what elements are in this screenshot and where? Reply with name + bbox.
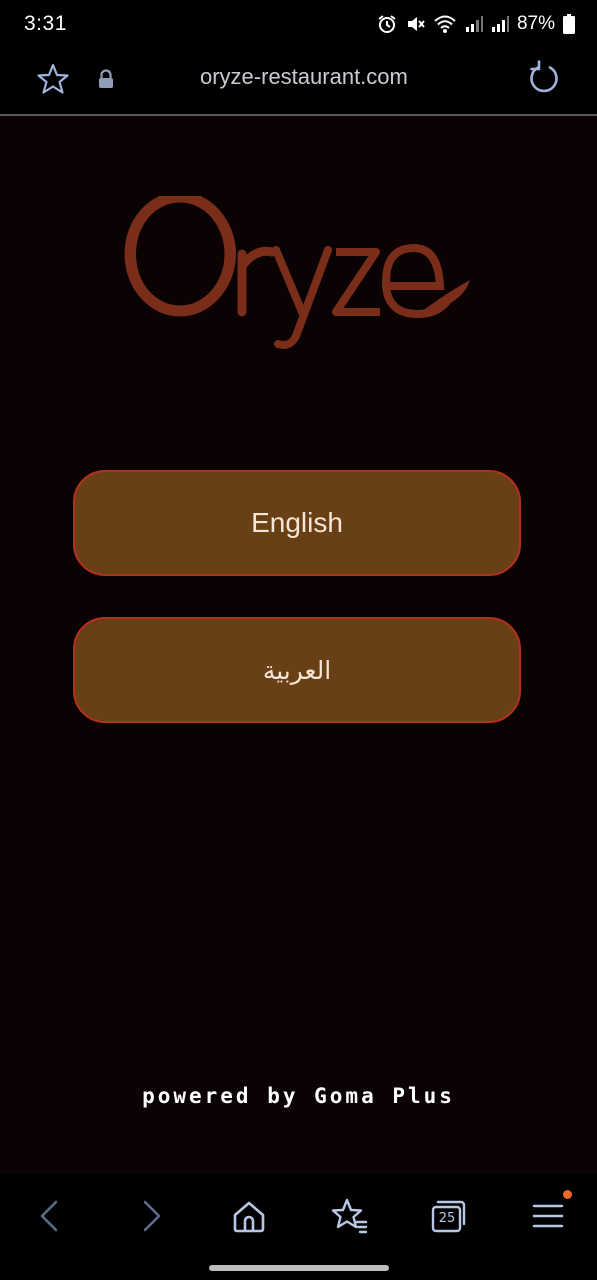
- arabic-button[interactable]: العربية: [73, 617, 521, 723]
- signal-icon: [465, 16, 483, 32]
- battery-percent: 87%: [516, 13, 555, 34]
- mute-icon: [407, 17, 425, 31]
- oryze-logo: [124, 196, 470, 349]
- status-time: 3:31: [24, 12, 67, 35]
- alarm-icon: [378, 15, 396, 33]
- page-content: English العربية powered by Goma Plus: [0, 118, 597, 1174]
- forward-icon[interactable]: [131, 1196, 171, 1236]
- bookmarks-icon[interactable]: [329, 1196, 369, 1236]
- lock-icon: [99, 69, 113, 88]
- browser-toolbar: oryze-restaurant.com: [0, 48, 597, 116]
- home-indicator[interactable]: [209, 1265, 389, 1271]
- status-icons: 87%: [377, 13, 575, 35]
- english-button[interactable]: English: [73, 470, 521, 576]
- tabs-button[interactable]: 25: [428, 1196, 468, 1236]
- powered-by-footer[interactable]: powered by Goma Plus: [0, 1084, 597, 1108]
- reload-icon[interactable]: [526, 60, 562, 96]
- star-icon[interactable]: [36, 62, 70, 96]
- battery-icon: [563, 14, 575, 34]
- tab-count: 25: [438, 1210, 456, 1226]
- home-icon[interactable]: [229, 1196, 269, 1236]
- signal-icon: [491, 16, 509, 32]
- menu-icon[interactable]: [528, 1196, 568, 1236]
- status-bar: 3:31 87%: [0, 0, 597, 48]
- wifi-icon: [434, 15, 456, 33]
- url-field[interactable]: oryze-restaurant.com: [140, 64, 500, 90]
- notification-dot: [563, 1190, 572, 1199]
- back-icon[interactable]: [30, 1196, 70, 1236]
